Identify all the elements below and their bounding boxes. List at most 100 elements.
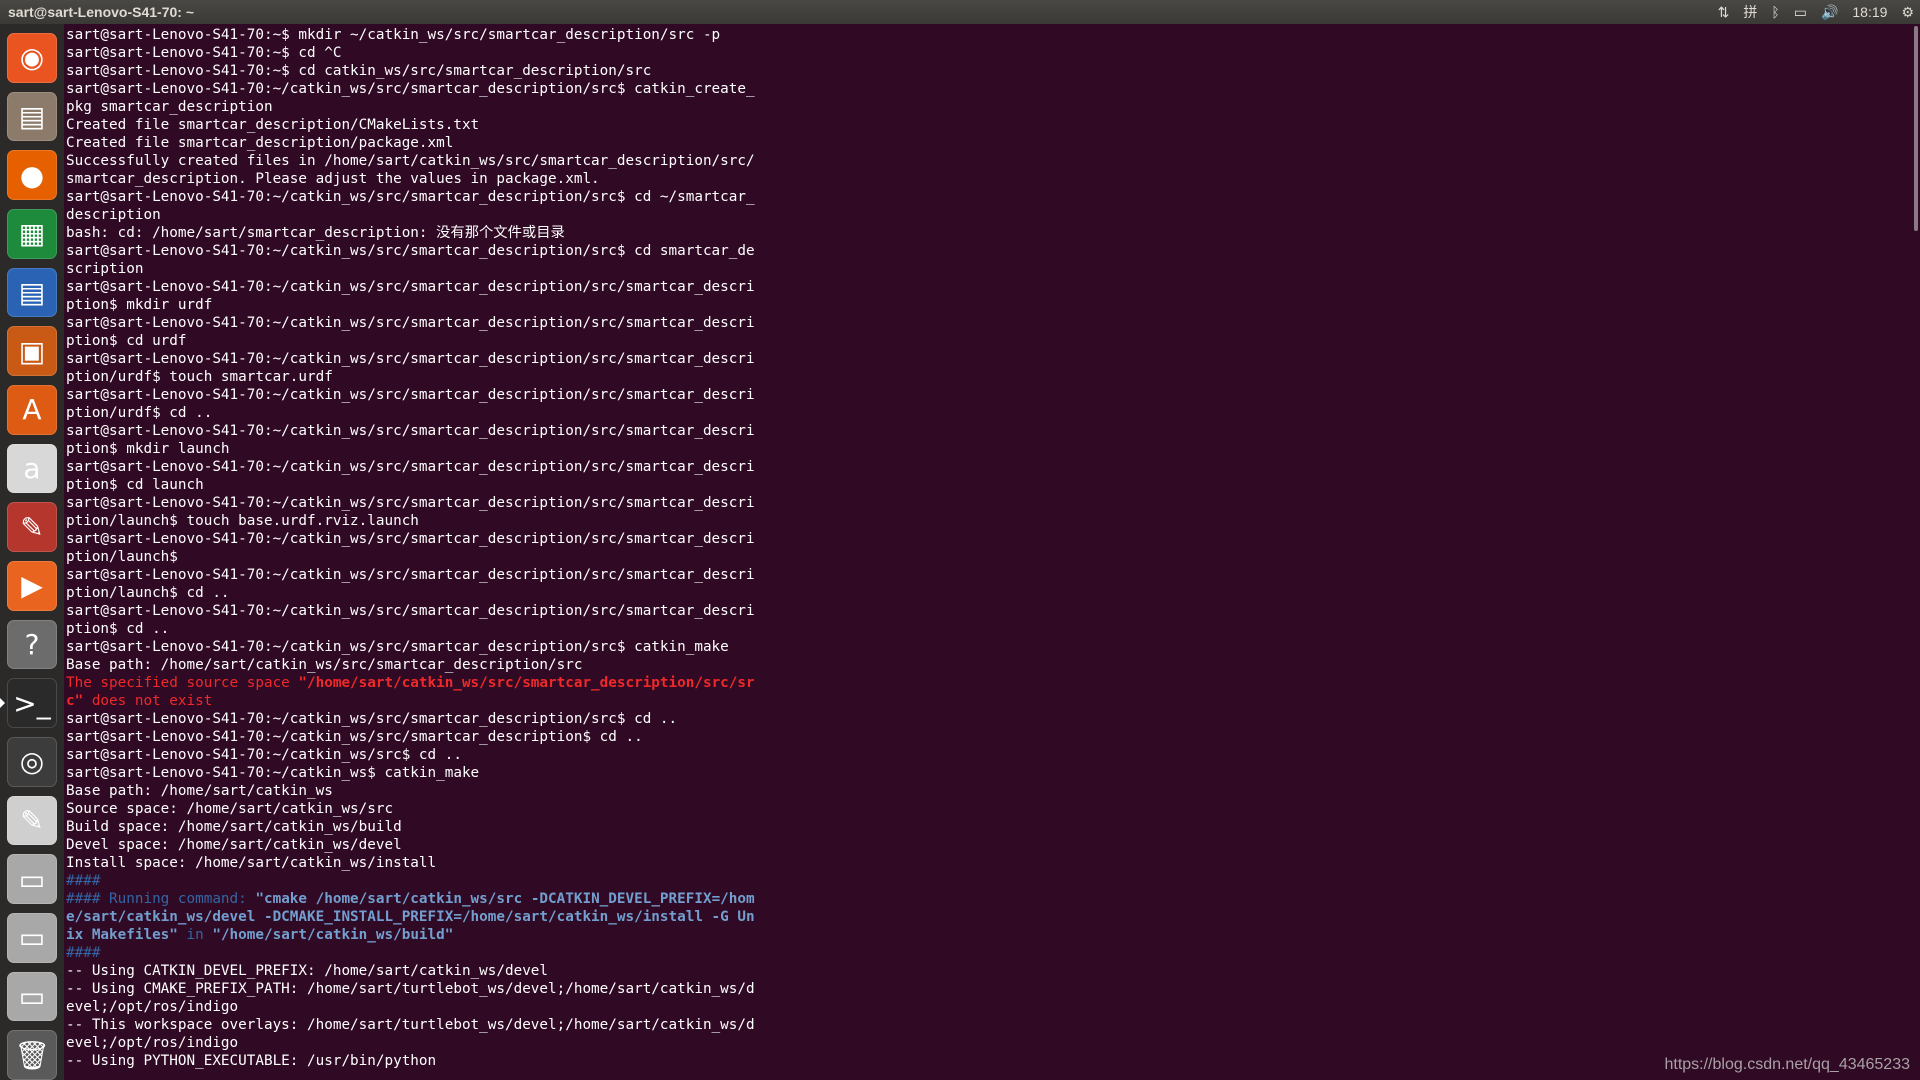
terminal-line: description	[66, 206, 1912, 224]
terminal-line: sart@sart-Lenovo-S41-70:~/catkin_ws/src/…	[66, 494, 1912, 512]
system-settings-icon[interactable]: ✎	[7, 502, 57, 553]
terminal-line: sart@sart-Lenovo-S41-70:~/catkin_ws/src/…	[66, 638, 1912, 656]
terminal-line: Created file smartcar_description/CMakeL…	[66, 116, 1912, 134]
terminal-line: ix Makefiles" in "/home/sart/catkin_ws/b…	[66, 926, 1912, 944]
terminal-line: Base path: /home/sart/catkin_ws	[66, 782, 1912, 800]
terminal-line: sart@sart-Lenovo-S41-70:~/catkin_ws/src/…	[66, 710, 1912, 728]
terminal-text: evel;/opt/ros/indigo	[66, 999, 239, 1015]
terminal-line: #### Running command: "cmake /home/sart/…	[66, 890, 1912, 908]
terminal-line: scription	[66, 260, 1912, 278]
disk-drive-icon-1[interactable]: ▭	[7, 854, 57, 905]
top-panel: sart@sart-Lenovo-S41-70: ~ ⇅ 拼 ᛒ ▭ 🔊 18:…	[0, 0, 1920, 24]
terminal-text: sart@sart-Lenovo-S41-70:~/catkin_ws/src/…	[66, 567, 755, 583]
settings-icon[interactable]: ⚙	[1901, 4, 1914, 21]
libreoffice-calc-icon[interactable]: ▦	[7, 209, 57, 259]
terminal-line: e/sart/catkin_ws/devel -DCMAKE_INSTALL_P…	[66, 908, 1912, 926]
terminal-text: The specified source space	[66, 675, 299, 691]
terminal-line: ption$ mkdir launch	[66, 440, 1912, 458]
terminal-text: sart@sart-Lenovo-S41-70:~/catkin_ws/src$…	[66, 747, 462, 763]
terminal-text: Install space: /home/sart/catkin_ws/inst…	[66, 855, 437, 871]
terminal-text: Source space: /home/sart/catkin_ws/src	[66, 801, 394, 817]
terminal-text: "/home/sart/catkin_ws/src/smartcar_descr…	[298, 675, 755, 691]
text-editor-icon[interactable]: ✎	[7, 795, 57, 846]
terminal-text: ption$ cd launch	[66, 477, 204, 493]
terminal-line: Install space: /home/sart/catkin_ws/inst…	[66, 854, 1912, 872]
terminal-text: sart@sart-Lenovo-S41-70:~$ mkdir ~/catki…	[66, 27, 721, 43]
terminal-text: sart@sart-Lenovo-S41-70:~/catkin_ws/src/…	[66, 351, 755, 367]
terminal-text: in	[177, 927, 213, 943]
terminal-text: -- Using PYTHON_EXECUTABLE: /usr/bin/pyt…	[66, 1053, 437, 1069]
files-icon[interactable]: ▤	[7, 91, 57, 142]
ubuntu-dash-icon[interactable]: ◉	[7, 33, 57, 83]
launcher: ◉ ▤ ● ▦ ▤ ▣ Aa ✎ ▶? >_ ◎ ✎ ▭ ▭ ▭ 🗑	[0, 24, 64, 1080]
terminal-text: Build space: /home/sart/catkin_ws/build	[66, 819, 402, 835]
terminal-text: Base path: /home/sart/catkin_ws/src/smar…	[66, 657, 583, 673]
terminal-line: sart@sart-Lenovo-S41-70:~/catkin_ws/src/…	[66, 422, 1912, 440]
terminal-text: evel;/opt/ros/indigo	[66, 1035, 239, 1051]
terminal-text: pkg smartcar_description	[66, 99, 273, 115]
terminal-text: sart@sart-Lenovo-S41-70:~/catkin_ws/src/…	[66, 387, 755, 403]
disk-drive-icon-3[interactable]: ▭	[7, 971, 57, 1022]
terminal-line: ption/launch$	[66, 548, 1912, 566]
terminal-line: -- This workspace overlays: /home/sart/t…	[66, 1016, 1912, 1034]
input-method-icon[interactable]: 拼	[1743, 2, 1757, 22]
terminal-line: ption$ cd ..	[66, 620, 1912, 638]
ubuntu-make-icon[interactable]: ▶	[7, 561, 57, 611]
terminal-text: c"	[66, 693, 84, 709]
terminal-text: Base path: /home/sart/catkin_ws	[66, 783, 333, 799]
libreoffice-impress-icon[interactable]: ▣	[7, 326, 57, 377]
disk-drive-icon-2[interactable]: ▭	[7, 913, 57, 963]
terminal-text: ption/launch$	[66, 549, 178, 565]
amazon-icon[interactable]: a	[7, 443, 57, 494]
terminal-line: ####	[66, 944, 1912, 962]
terminal-line: -- Using CMAKE_PREFIX_PATH: /home/sart/t…	[66, 980, 1912, 998]
trash-icon[interactable]: 🗑	[7, 1030, 57, 1080]
libreoffice-writer-icon[interactable]: ▤	[7, 267, 57, 318]
terminal-text: ption$ mkdir urdf	[66, 297, 213, 313]
network-icon[interactable]: ⇅	[1718, 4, 1730, 21]
help-icon[interactable]: ?	[7, 619, 57, 670]
terminal-text: ption/launch$ touch base.urdf.rviz.launc…	[66, 513, 419, 529]
terminal-text: sart@sart-Lenovo-S41-70:~/catkin_ws/src/…	[66, 495, 755, 511]
terminal-line: Successfully created files in /home/sart…	[66, 152, 1912, 170]
terminal-text: e/sart/catkin_ws/devel -DCMAKE_INSTALL_P…	[66, 909, 755, 925]
volume-icon[interactable]: 🔊	[1821, 4, 1838, 21]
eye-app-icon[interactable]: ◎	[7, 737, 57, 787]
terminal-text: Successfully created files in /home/sart…	[66, 153, 755, 169]
terminal-line: -- Using PYTHON_EXECUTABLE: /usr/bin/pyt…	[66, 1052, 1912, 1070]
terminal-line: ption$ mkdir urdf	[66, 296, 1912, 314]
terminal-line: bash: cd: /home/sart/smartcar_descriptio…	[66, 224, 1912, 242]
window-title: sart@sart-Lenovo-S41-70: ~	[8, 4, 194, 20]
terminal-scrollbar[interactable]	[1914, 26, 1918, 231]
terminal-text: "cmake /home/sart/catkin_ws/src -DCATKIN…	[255, 891, 755, 907]
terminal-text: sart@sart-Lenovo-S41-70:~/catkin_ws/src/…	[66, 603, 755, 619]
clock[interactable]: 18:19	[1852, 4, 1887, 20]
terminal-text: scription	[66, 261, 144, 277]
software-center-icon[interactable]: A	[7, 385, 57, 435]
terminal-line: sart@sart-Lenovo-S41-70:~/catkin_ws/src/…	[66, 458, 1912, 476]
terminal-line: Source space: /home/sart/catkin_ws/src	[66, 800, 1912, 818]
terminal-text: sart@sart-Lenovo-S41-70:~/catkin_ws$ cat…	[66, 765, 480, 781]
terminal-text: sart@sart-Lenovo-S41-70:~/catkin_ws/src/…	[66, 729, 643, 745]
terminal-line: sart@sart-Lenovo-S41-70:~/catkin_ws/src/…	[66, 602, 1912, 620]
terminal-line: evel;/opt/ros/indigo	[66, 998, 1912, 1016]
terminal-text: sart@sart-Lenovo-S41-70:~/catkin_ws/src/…	[66, 459, 755, 475]
terminal-text: ption/urdf$ cd ..	[66, 405, 213, 421]
terminal-output[interactable]: sart@sart-Lenovo-S41-70:~$ mkdir ~/catki…	[66, 26, 1912, 1076]
firefox-icon[interactable]: ●	[7, 150, 57, 201]
terminal-line: ####	[66, 872, 1912, 890]
system-tray: ⇅ 拼 ᛒ ▭ 🔊 18:19 ⚙	[1718, 0, 1914, 24]
terminal-text: description	[66, 207, 161, 223]
terminal-line: sart@sart-Lenovo-S41-70:~/catkin_ws/src/…	[66, 80, 1912, 98]
terminal-text: sart@sart-Lenovo-S41-70:~$ cd catkin_ws/…	[66, 63, 652, 79]
terminal-text: ption/launch$ cd ..	[66, 585, 230, 601]
terminal-text: ption/urdf$ touch smartcar.urdf	[66, 369, 333, 385]
terminal-text: -- This workspace overlays: /home/sart/t…	[66, 1017, 755, 1033]
terminal-line: ption$ cd launch	[66, 476, 1912, 494]
bluetooth-icon[interactable]: ᛒ	[1771, 4, 1779, 20]
terminal-icon[interactable]: >_	[0, 678, 57, 729]
terminal-line: -- Using CATKIN_DEVEL_PREFIX: /home/sart…	[66, 962, 1912, 980]
terminal-line: sart@sart-Lenovo-S41-70:~/catkin_ws$ cat…	[66, 764, 1912, 782]
battery-icon[interactable]: ▭	[1794, 4, 1807, 21]
terminal-line: sart@sart-Lenovo-S41-70:~/catkin_ws/src/…	[66, 566, 1912, 584]
